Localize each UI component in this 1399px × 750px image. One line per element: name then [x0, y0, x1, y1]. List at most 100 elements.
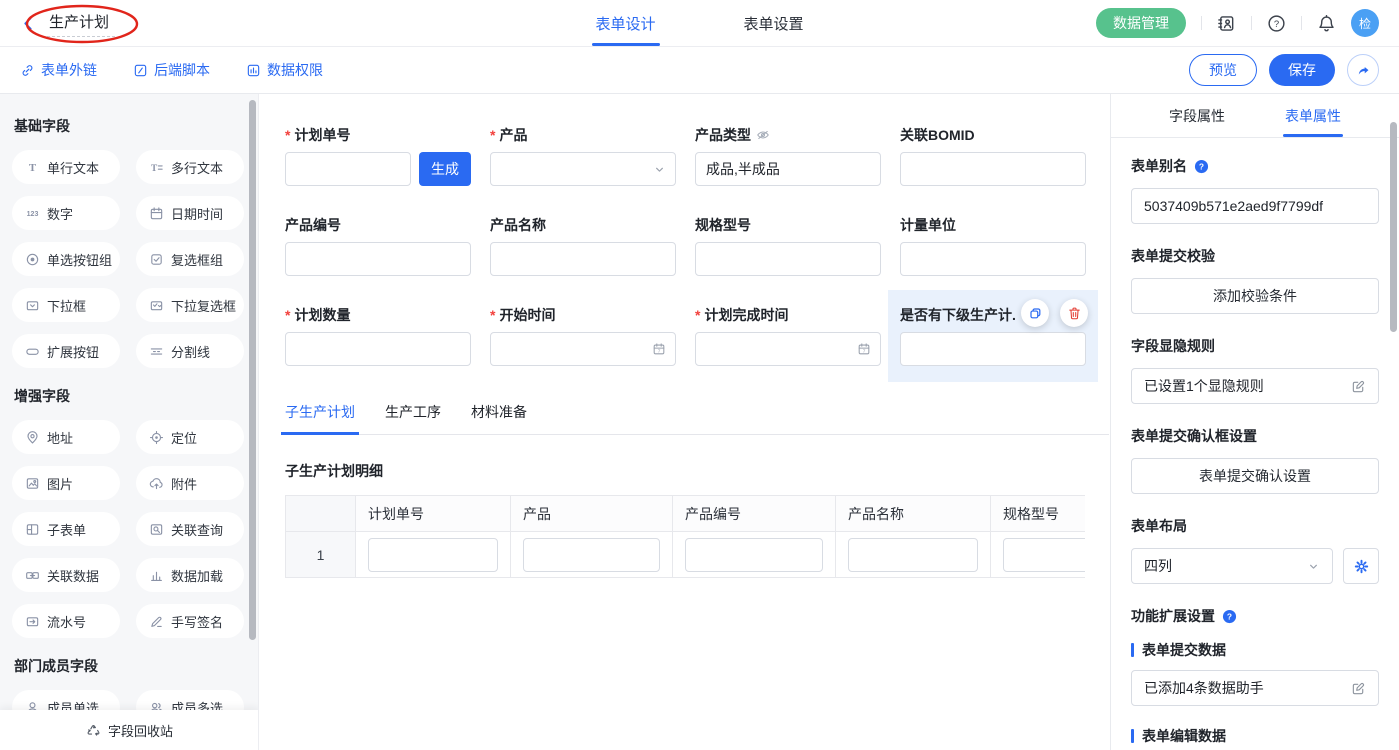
field-pill-single-line-text[interactable]: T单行文本: [12, 150, 120, 184]
field-input[interactable]: [285, 332, 471, 366]
preview-button[interactable]: 预览: [1189, 54, 1257, 86]
extension-settings-label: 功能扩展设置 ?: [1131, 606, 1379, 626]
field-pill-radio-group[interactable]: 单选按钮组: [12, 242, 120, 276]
field-input[interactable]: [900, 152, 1086, 186]
submit-data-input[interactable]: 已添加4条数据助手: [1131, 670, 1379, 706]
submit-confirm-label: 表单提交确认框设置: [1131, 426, 1379, 446]
field-input[interactable]: [285, 152, 411, 186]
data-permission-link[interactable]: 数据权限: [246, 60, 323, 80]
form-field-plan-number[interactable]: *计划单号生成: [285, 126, 471, 186]
form-field-has-sub-plan[interactable]: 是否有下级生产计.: [900, 306, 1086, 366]
notification-bell-icon[interactable]: [1317, 14, 1336, 33]
field-input[interactable]: [695, 242, 881, 276]
form-field-product[interactable]: *产品: [490, 126, 676, 186]
field-date-input[interactable]: 7: [695, 332, 881, 366]
field-pill-location[interactable]: 定位: [136, 420, 244, 454]
select-icon: [25, 298, 40, 313]
field-pill-divider[interactable]: 分割线: [136, 334, 244, 368]
field-pill-datetime[interactable]: 日期时间: [136, 196, 244, 230]
field-pill-multi-line-text[interactable]: T多行文本: [136, 150, 244, 184]
glossary-icon[interactable]: [1217, 14, 1236, 33]
required-asterisk: *: [695, 307, 700, 323]
form-field-plan-finish-time[interactable]: *计划完成时间7: [695, 306, 881, 366]
field-input[interactable]: 成品,半成品: [695, 152, 881, 186]
subtab-production-process[interactable]: 生产工序: [385, 402, 441, 434]
page-title[interactable]: 生产计划: [47, 9, 115, 37]
help-icon[interactable]: ?: [1222, 609, 1237, 624]
cell-input[interactable]: [368, 538, 498, 572]
tab-form-settings[interactable]: 表单设置: [740, 0, 808, 46]
field-date-input[interactable]: 7: [490, 332, 676, 366]
form-field-start-time[interactable]: *开始时间 7: [490, 306, 676, 366]
save-button[interactable]: 保存: [1269, 54, 1335, 86]
form-field-spec-model[interactable]: 规格型号: [695, 216, 881, 276]
form-field-product-type[interactable]: 产品类型成品,半成品: [695, 126, 881, 186]
edit-icon[interactable]: [1351, 379, 1366, 394]
form-external-link-link[interactable]: 表单外链: [20, 60, 97, 80]
cell-input[interactable]: [523, 538, 660, 572]
eye-off-icon[interactable]: [756, 128, 770, 142]
field-input[interactable]: [900, 332, 1086, 366]
field-pill-subform[interactable]: 子表单: [12, 512, 120, 546]
field-select[interactable]: [490, 152, 676, 186]
field-input[interactable]: [490, 242, 676, 276]
form-properties-body: 表单别名 ? 5037409b571e2aed9f7799df 表单提交校验 添…: [1111, 138, 1399, 750]
index-column-header: [286, 496, 356, 532]
edit-icon[interactable]: [1351, 681, 1366, 696]
form-field-product-code[interactable]: 产品编号: [285, 216, 471, 276]
field-pill-select[interactable]: 下拉框: [12, 288, 120, 322]
data-manage-button[interactable]: 数据管理: [1096, 8, 1186, 38]
field-recycle-bin[interactable]: 字段回收站: [0, 710, 259, 750]
tab-form-design[interactable]: 表单设计: [591, 0, 659, 46]
visibility-rules-input[interactable]: 已设置1个显隐规则: [1131, 368, 1379, 404]
field-input[interactable]: [900, 242, 1086, 276]
field-pill-multi-select[interactable]: 下拉复选框: [136, 288, 244, 322]
layout-settings-gear-icon[interactable]: [1343, 548, 1379, 584]
form-field-unit[interactable]: 计量单位: [900, 216, 1086, 276]
form-alias-input[interactable]: 5037409b571e2aed9f7799df: [1131, 188, 1379, 224]
field-pill-attachment[interactable]: 附件: [136, 466, 244, 500]
tab-field-properties[interactable]: 字段属性: [1167, 94, 1227, 137]
generate-button[interactable]: 生成: [419, 152, 471, 186]
cell-input[interactable]: [1003, 538, 1085, 572]
form-field-product-name[interactable]: 产品名称: [490, 216, 676, 276]
panel-scrollbar[interactable]: [1390, 122, 1397, 332]
field-pill-related-query[interactable]: 关联查询: [136, 512, 244, 546]
share-icon[interactable]: [1347, 54, 1379, 86]
submit-confirm-button[interactable]: 表单提交确认设置: [1131, 458, 1379, 494]
field-pill-extend-button[interactable]: 扩展按钮: [12, 334, 120, 368]
field-input[interactable]: [285, 242, 471, 276]
back-icon[interactable]: [20, 15, 37, 32]
field-pill-signature[interactable]: 手写签名: [136, 604, 244, 638]
field-pill-address[interactable]: 地址: [12, 420, 120, 454]
field-pill-image[interactable]: 图片: [12, 466, 120, 500]
field-pill-data-load[interactable]: 数据加载: [136, 558, 244, 592]
form-field-related-bomid[interactable]: 关联BOMID: [900, 126, 1086, 186]
field-label: *开始时间: [490, 306, 676, 324]
field-pill-number[interactable]: 123数字: [12, 196, 120, 230]
field-pill-related-data[interactable]: 关联数据: [12, 558, 120, 592]
field-pill-checkbox-group[interactable]: 复选框组: [136, 242, 244, 276]
avatar[interactable]: 检: [1351, 9, 1379, 37]
form-field-plan-quantity[interactable]: *计划数量: [285, 306, 471, 366]
field-pill-serial-number[interactable]: 流水号: [12, 604, 120, 638]
form-layout-select[interactable]: 四列: [1131, 548, 1333, 584]
cell-input[interactable]: [685, 538, 823, 572]
help-icon[interactable]: ?: [1194, 159, 1209, 174]
field-label: 产品名称: [490, 216, 676, 234]
add-validation-button[interactable]: 添加校验条件: [1131, 278, 1379, 314]
tab-form-properties[interactable]: 表单属性: [1283, 94, 1343, 137]
copy-field-icon[interactable]: [1021, 299, 1049, 327]
number-icon: 123: [25, 206, 40, 221]
sidebar-scrollbar[interactable]: [249, 100, 256, 640]
row-index: 1: [286, 532, 356, 578]
subtab-material-preparation[interactable]: 材料准备: [471, 402, 527, 434]
svg-text:123: 123: [27, 211, 39, 218]
delete-field-icon[interactable]: [1060, 299, 1088, 327]
backend-script-link[interactable]: 后端脚本: [133, 60, 210, 80]
subtab-sub-production-plan[interactable]: 子生产计划: [285, 402, 355, 434]
submit-data-label: 表单提交数据: [1131, 640, 1379, 660]
cell-input[interactable]: [848, 538, 978, 572]
column-header: 计划单号: [356, 496, 511, 532]
help-icon[interactable]: ?: [1267, 14, 1286, 33]
